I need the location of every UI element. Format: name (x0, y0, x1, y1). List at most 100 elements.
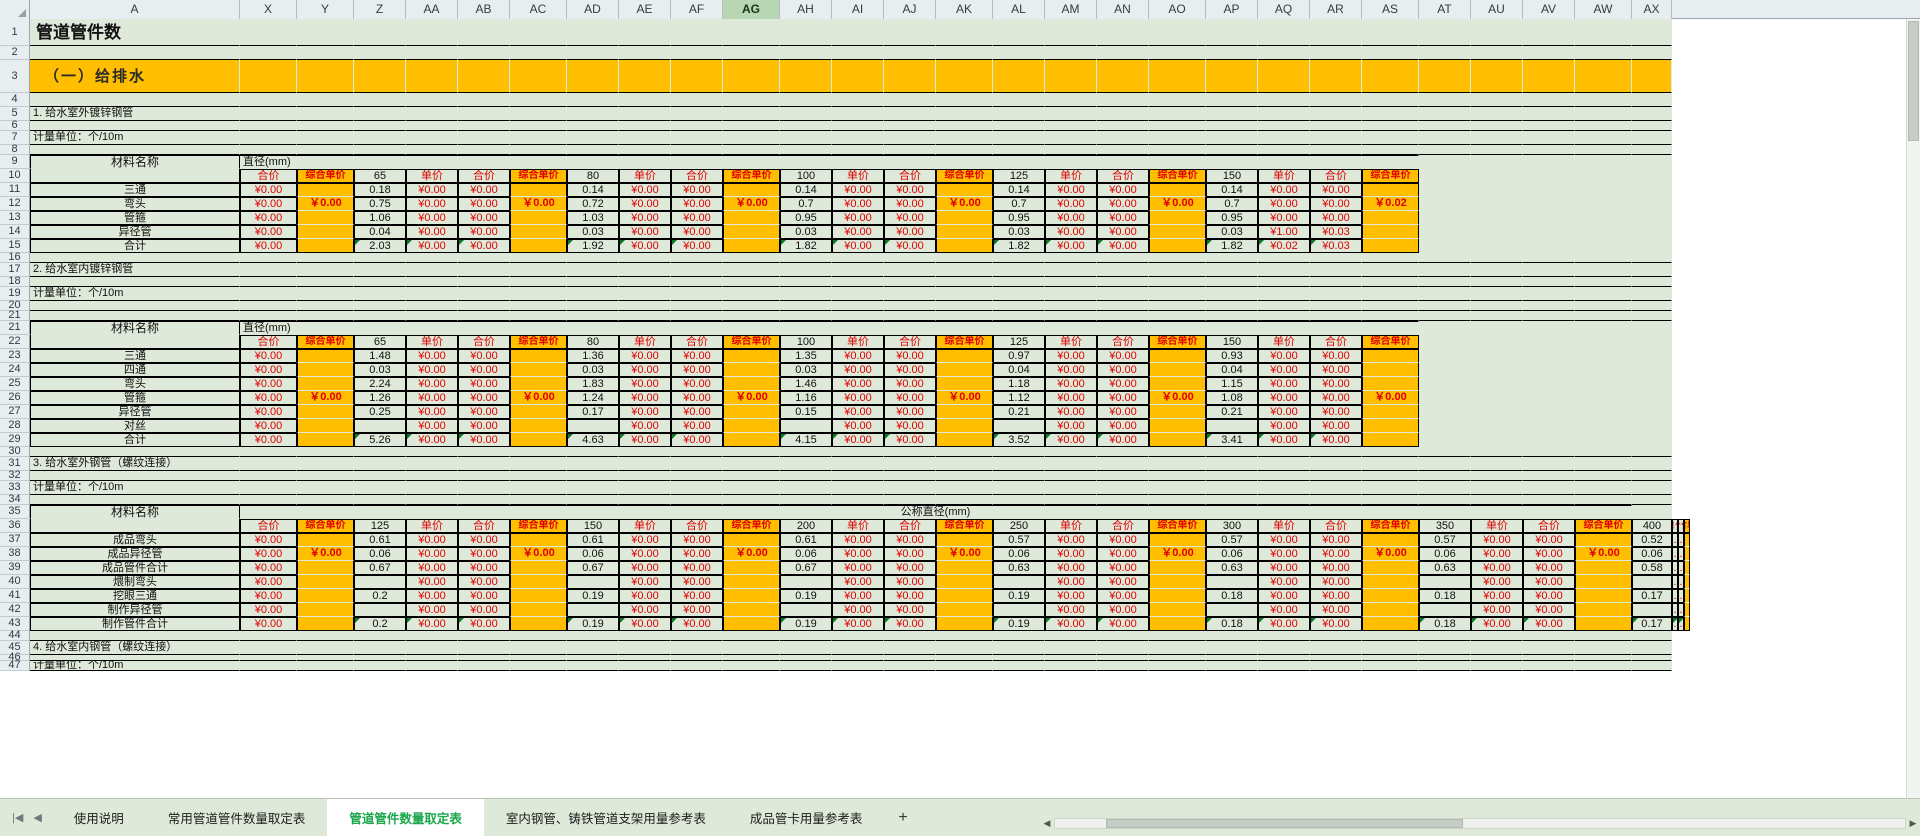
blank-cell[interactable] (1419, 131, 1471, 145)
blank-cell[interactable] (1206, 145, 1258, 155)
blank-cell[interactable] (406, 277, 458, 287)
blank-cell[interactable] (354, 19, 406, 46)
blank-cell[interactable] (1632, 277, 1672, 287)
table1-row-1-totalprice-1[interactable]: ¥0.00 (671, 197, 723, 211)
table3-row-0-comprehensive-5[interactable] (1362, 533, 1419, 547)
blank-cell[interactable] (1045, 311, 1097, 321)
table3-header-size-300[interactable]: 300 (1206, 519, 1258, 533)
blank-cell[interactable] (510, 661, 567, 671)
blank-cell[interactable] (30, 145, 240, 155)
row-header-21[interactable]: 21 (0, 321, 30, 335)
table3-row-2-qty-5[interactable]: 0.63 (1419, 561, 1471, 575)
blank-cell[interactable] (240, 447, 297, 457)
blank-cell[interactable] (671, 661, 723, 671)
table1-row-3-total[interactable]: ¥0.00 (240, 225, 297, 239)
blank-cell[interactable] (936, 495, 993, 505)
table3-row-4-unitprice-4[interactable]: ¥0.00 (1258, 589, 1310, 603)
table1-row-0-comprehensive-3[interactable] (936, 183, 993, 197)
table2-row-0-qty-1[interactable]: 1.36 (567, 349, 619, 363)
blank-cell[interactable] (832, 145, 884, 155)
table1-row-4-unitprice-1[interactable]: ¥0.00 (619, 239, 671, 253)
blank-cell[interactable] (1258, 287, 1310, 301)
blank-cell[interactable] (1258, 311, 1310, 321)
blank-cell[interactable] (723, 121, 780, 131)
table2-row-3-qty-1[interactable]: 1.24 (567, 391, 619, 405)
table3-header-total-price[interactable]: 合价 (458, 519, 510, 533)
table2-row-6-comprehensive-5[interactable] (1362, 433, 1419, 447)
table2-header-comprehensive[interactable]: 综合单价 (510, 335, 567, 349)
table2-row-3-unitprice-0[interactable]: ¥0.00 (406, 391, 458, 405)
blank-cell[interactable] (406, 661, 458, 671)
blank-cell[interactable] (1419, 145, 1471, 155)
table3-row-3-totalprice-5[interactable]: ¥0.00 (1523, 575, 1575, 589)
table2-row-0-unitprice-0[interactable]: ¥0.00 (406, 349, 458, 363)
blank-cell[interactable] (1575, 301, 1632, 311)
blank-cell[interactable] (1419, 239, 1471, 253)
table3-row-3-unitprice-1[interactable]: ¥0.00 (619, 575, 671, 589)
table3-row-2-comprehensive-5[interactable] (1362, 561, 1419, 575)
blank-cell[interactable] (1206, 93, 1258, 107)
blank-cell[interactable] (297, 287, 354, 301)
blank-cell[interactable] (1419, 661, 1471, 671)
table3-row-3-comprehensive-1[interactable] (510, 575, 567, 589)
table1-row-4-totalprice-4[interactable]: ¥0.03 (1310, 239, 1362, 253)
blank-cell[interactable] (1471, 391, 1523, 405)
table2-row-0-totalprice-4[interactable]: ¥0.00 (1310, 349, 1362, 363)
blank-cell[interactable] (1632, 169, 1672, 183)
blank-cell[interactable] (1523, 335, 1575, 349)
table1-row-2-comprehensive-5[interactable] (1362, 211, 1419, 225)
blank-cell[interactable] (1097, 253, 1149, 263)
blank-cell[interactable] (1310, 641, 1362, 655)
blank-cell[interactable] (1206, 495, 1258, 505)
unit-note-4[interactable]: 计量单位：个/10m (30, 661, 240, 671)
blank-cell[interactable] (1419, 211, 1471, 225)
table3-row-6-unitprice-5[interactable]: ¥0.00 (1471, 617, 1523, 631)
blank-cell[interactable] (1419, 481, 1471, 495)
blank-cell[interactable] (30, 277, 240, 287)
table2-row-6-unitprice-4[interactable]: ¥0.00 (1258, 433, 1310, 447)
table2-row-1-totalprice-2[interactable]: ¥0.00 (884, 363, 936, 377)
column-header-ac[interactable]: AC (510, 0, 567, 19)
table1-row-4-total[interactable]: ¥0.00 (240, 239, 297, 253)
table2-header-comprehensive[interactable]: 综合单价 (723, 335, 780, 349)
blank-cell[interactable] (458, 263, 510, 277)
row-header-9[interactable]: 9 (0, 155, 30, 169)
blank-cell[interactable] (1310, 471, 1362, 481)
table2-row-4-unitprice-2[interactable]: ¥0.00 (832, 405, 884, 419)
blank-cell[interactable] (1471, 183, 1523, 197)
table3-row-0-qty-6[interactable]: 0.52 (1632, 533, 1672, 547)
table3-row-6-unitprice-4[interactable]: ¥0.00 (1258, 617, 1310, 631)
table1-row-3-totalprice-2[interactable]: ¥0.00 (884, 225, 936, 239)
table3-row-4-unitprice-5[interactable]: ¥0.00 (1471, 589, 1523, 603)
blank-cell[interactable] (1523, 301, 1575, 311)
table2-header-comprehensive[interactable]: 综合单价 (1149, 335, 1206, 349)
blank-cell[interactable] (458, 107, 510, 121)
grid-body[interactable]: 1 管道管件数 2 3 （一）给排水 4 5 1. 给水室外镀锌钢管 6 7 计量单位：个/10m 8… (0, 19, 1920, 798)
table3-header-comprehensive[interactable]: 综合单价 (723, 519, 780, 533)
blank-cell[interactable] (1206, 471, 1258, 481)
blank-cell[interactable] (297, 301, 354, 311)
blank-cell[interactable] (1632, 93, 1672, 107)
table2-row-6-totalprice-0[interactable]: ¥0.00 (458, 433, 510, 447)
table3-row-4-unitprice-2[interactable]: ¥0.00 (832, 589, 884, 603)
blank-cell[interactable] (1419, 197, 1471, 211)
blank-cell[interactable] (1419, 311, 1471, 321)
select-all-corner[interactable] (0, 0, 30, 19)
blank-cell[interactable] (1471, 447, 1523, 457)
table2-row-4-unitprice-1[interactable]: ¥0.00 (619, 405, 671, 419)
blank-cell[interactable] (1097, 46, 1149, 60)
blank-cell[interactable] (671, 131, 723, 145)
blank-cell[interactable] (1419, 495, 1471, 505)
table3-row-1-total[interactable]: ¥0.00 (240, 547, 297, 561)
table3-row-2-unitprice-1[interactable]: ¥0.00 (619, 561, 671, 575)
blank-cell[interactable] (723, 93, 780, 107)
blank-cell[interactable] (936, 311, 993, 321)
table2-row-3-totalprice-0[interactable]: ¥0.00 (458, 391, 510, 405)
blank-cell[interactable] (993, 457, 1045, 471)
table1-row-1-qty-0[interactable]: 0.75 (354, 197, 406, 211)
table1-row-0-unitprice-1[interactable]: ¥0.00 (619, 183, 671, 197)
blank-cell[interactable] (884, 631, 936, 641)
table3-row-5-comprehensive-1[interactable] (510, 603, 567, 617)
blank-cell[interactable] (1575, 277, 1632, 287)
table3-material-3[interactable]: 煨制弯头 (30, 575, 240, 589)
